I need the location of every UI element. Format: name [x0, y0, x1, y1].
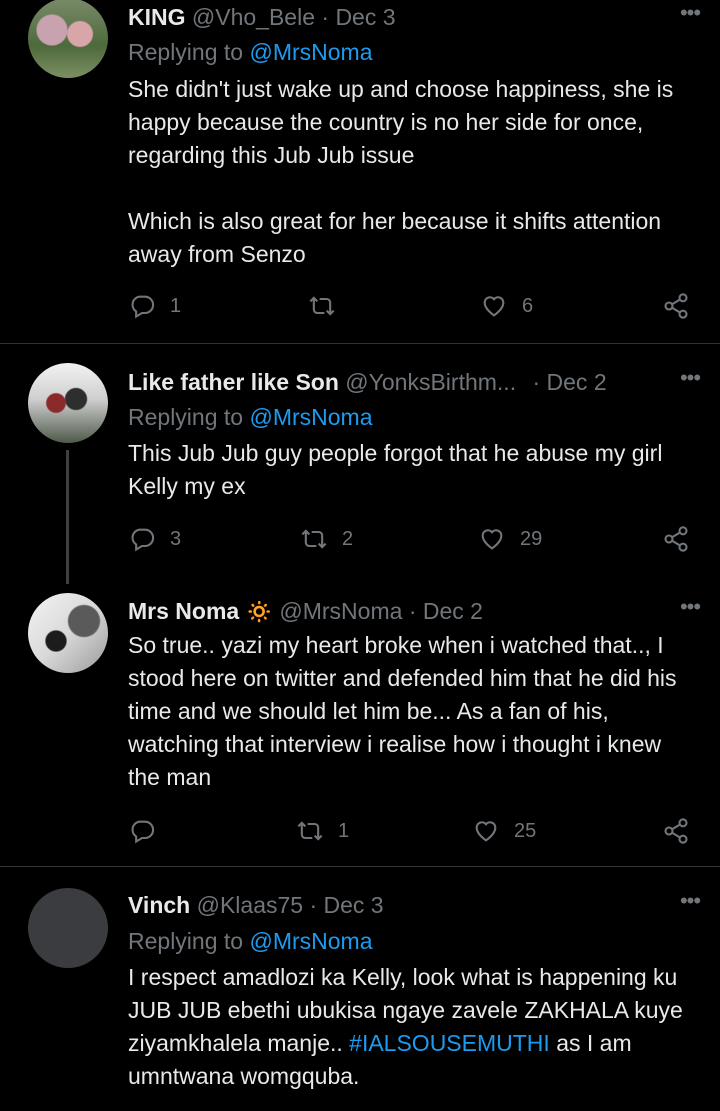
avatar[interactable] — [28, 0, 108, 78]
tweet-text: So true.. yazi my heart broke when i wat… — [128, 632, 683, 790]
replying-prefix: Replying to — [128, 404, 250, 430]
tweet-text: She didn't just wake up and choose happi… — [128, 76, 674, 267]
like-icon — [472, 817, 500, 845]
retweet-button[interactable] — [308, 286, 350, 326]
retweet-button[interactable]: 1 — [296, 811, 349, 851]
author-name[interactable]: Like father like Son — [128, 369, 339, 395]
reply-count: 1 — [170, 294, 182, 317]
retweet-button[interactable]: 2 — [300, 519, 353, 559]
replying-to: Replying to @MrsNoma — [128, 35, 373, 69]
avatar[interactable] — [28, 363, 108, 443]
tweet-actions: 1 25 — [128, 811, 698, 851]
avatar[interactable] — [28, 593, 108, 673]
tweet-date[interactable]: · Dec 2 — [409, 598, 483, 624]
replying-to: Replying to @MrsNoma — [128, 400, 373, 434]
retweet-icon — [308, 292, 336, 320]
tweet-date[interactable]: · Dec 2 — [532, 369, 606, 395]
share-button[interactable] — [662, 811, 690, 851]
like-count: 25 — [514, 819, 537, 842]
share-icon — [662, 525, 690, 553]
tweet-text: This Jub Jub guy people forgot that he a… — [128, 440, 669, 499]
like-count: 29 — [520, 527, 543, 550]
like-icon — [480, 292, 508, 320]
reply-button[interactable] — [128, 811, 170, 851]
tweet-3[interactable]: Mrs Noma 🔅 @MrsNoma · Dec 2 ••• So true.… — [0, 593, 720, 867]
tweet-date[interactable]: · Dec 3 — [321, 4, 395, 30]
reply-icon — [128, 292, 156, 320]
share-button[interactable] — [662, 519, 690, 559]
share-icon — [662, 292, 690, 320]
author-handle[interactable]: @YonksBirthm... — [345, 369, 516, 395]
share-button[interactable] — [662, 286, 690, 326]
tweet-header: KING @Vho_Bele · Dec 3 — [128, 0, 700, 34]
tweet-text: I respect amadlozi ka Kelly, look what i… — [128, 961, 698, 1093]
replying-prefix: Replying to — [128, 39, 250, 65]
like-count: 6 — [522, 294, 534, 317]
retweet-icon — [296, 817, 324, 845]
reply-icon — [128, 525, 156, 553]
tweet-2[interactable]: Like father like Son @YonksBirthm... · D… — [0, 363, 720, 583]
like-button[interactable]: 6 — [480, 286, 533, 326]
author-handle[interactable]: @Vho_Bele — [192, 4, 315, 30]
divider — [0, 343, 720, 344]
retweet-icon — [300, 525, 328, 553]
replying-prefix: Replying to — [128, 928, 250, 954]
reply-count: 3 — [170, 527, 182, 550]
author-handle[interactable]: @MrsNoma — [279, 598, 402, 624]
tweet-4[interactable]: Vinch @Klaas75 · Dec 3 ••• Replying to @… — [0, 888, 720, 1111]
author-name[interactable]: KING — [128, 4, 186, 30]
reply-icon — [128, 817, 156, 845]
author-name[interactable]: Vinch — [128, 892, 190, 918]
tweet-1[interactable]: KING @Vho_Bele · Dec 3 ••• Replying to @… — [0, 0, 720, 344]
more-icon[interactable]: ••• — [670, 0, 710, 34]
retweet-count: 1 — [338, 819, 350, 842]
avatar[interactable] — [28, 888, 108, 968]
more-icon[interactable]: ••• — [670, 888, 710, 922]
replying-to-link[interactable]: @MrsNoma — [249, 39, 372, 65]
replying-to: Replying to @MrsNoma — [128, 924, 373, 958]
tweet-header: Vinch @Klaas75 · Dec 3 — [128, 888, 700, 922]
like-icon — [478, 525, 506, 553]
like-button[interactable]: 29 — [478, 519, 542, 559]
tweet-actions: 1 6 — [128, 286, 698, 326]
retweet-count: 2 — [342, 527, 354, 550]
tweet-date[interactable]: · Dec 3 — [309, 892, 383, 918]
share-icon — [662, 817, 690, 845]
like-button[interactable]: 25 — [472, 811, 536, 851]
reply-button[interactable]: 3 — [128, 519, 181, 559]
replying-to-link[interactable]: @MrsNoma — [249, 404, 372, 430]
replying-to-link[interactable]: @MrsNoma — [249, 928, 372, 954]
author-name[interactable]: Mrs Noma — [128, 598, 239, 624]
more-icon[interactable]: ••• — [670, 365, 710, 399]
author-handle[interactable]: @Klaas75 — [197, 892, 303, 918]
divider — [0, 866, 720, 867]
more-icon[interactable]: ••• — [670, 594, 710, 628]
hashtag-link[interactable]: #IALSOUSEMUTHI — [349, 1030, 550, 1056]
sun-icon: 🔅 — [245, 599, 273, 624]
tweet-actions: 3 2 29 — [128, 519, 698, 559]
tweet-header: Mrs Noma 🔅 @MrsNoma · Dec 2 — [128, 594, 700, 628]
reply-button[interactable]: 1 — [128, 286, 181, 326]
tweet-header: Like father like Son @YonksBirthm... · D… — [128, 365, 700, 399]
thread-line — [66, 450, 69, 584]
